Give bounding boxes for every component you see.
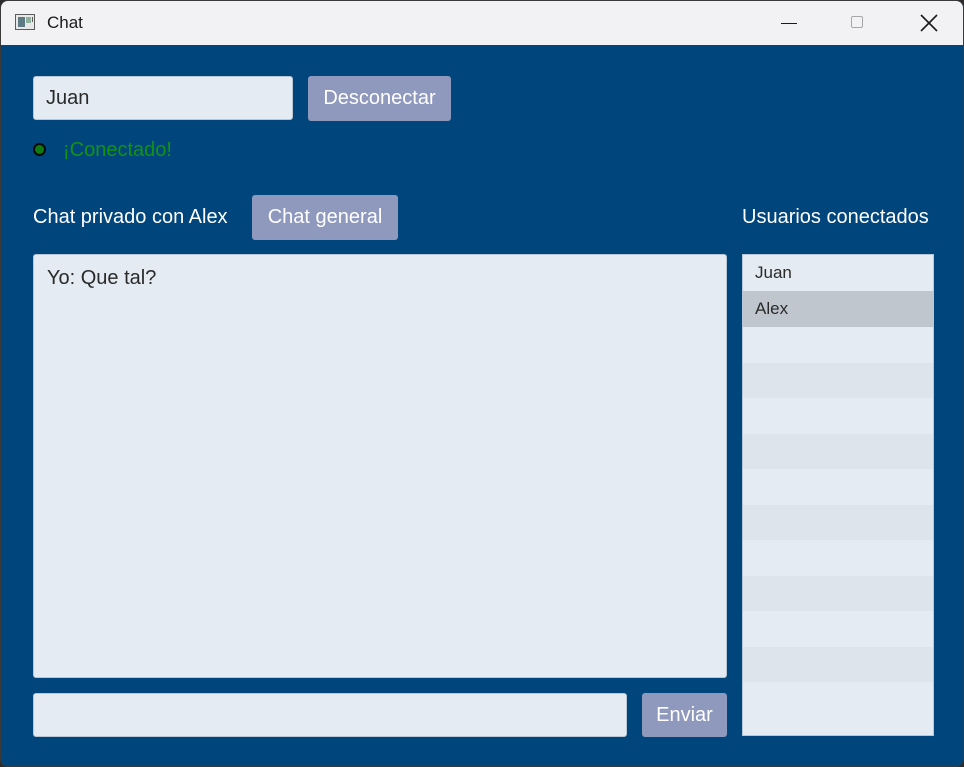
empty-list-row bbox=[743, 611, 933, 647]
connection-status-indicator-icon bbox=[33, 143, 46, 156]
main-content: Desconectar ¡Conectado! Chat privado con… bbox=[1, 45, 963, 766]
close-button[interactable] bbox=[893, 1, 963, 45]
minimize-icon bbox=[781, 23, 797, 24]
empty-list-row bbox=[743, 682, 933, 718]
connection-status-text: ¡Conectado! bbox=[63, 139, 172, 161]
username-input[interactable] bbox=[33, 76, 293, 120]
empty-list-row bbox=[743, 575, 933, 611]
empty-list-row bbox=[743, 398, 933, 434]
maximize-icon bbox=[851, 16, 863, 28]
empty-list-row bbox=[743, 504, 933, 540]
empty-list-row bbox=[743, 646, 933, 682]
private-chat-label: Chat privado con Alex bbox=[33, 206, 228, 228]
message-input[interactable] bbox=[33, 693, 627, 737]
general-chat-button[interactable]: Chat general bbox=[252, 195, 398, 240]
empty-list-row bbox=[743, 362, 933, 398]
chat-messages-area[interactable]: Yo: Que tal? bbox=[33, 254, 727, 678]
window-title: Chat bbox=[47, 13, 83, 32]
connected-users-label: Usuarios conectados bbox=[742, 206, 929, 228]
minimize-button[interactable] bbox=[753, 1, 823, 45]
app-window: Chat Desconectar ¡Conectado! Chat privad… bbox=[0, 0, 964, 767]
empty-list-row bbox=[743, 540, 933, 576]
title-bar: Chat bbox=[1, 1, 963, 45]
connected-users-list[interactable]: Juan Alex bbox=[742, 254, 934, 736]
maximize-button[interactable] bbox=[823, 1, 893, 45]
chat-message: Yo: Que tal? bbox=[47, 267, 157, 289]
send-button[interactable]: Enviar bbox=[642, 693, 727, 737]
app-window-icon bbox=[15, 14, 35, 30]
close-icon bbox=[920, 14, 938, 32]
empty-list-row bbox=[743, 469, 933, 505]
empty-list-row bbox=[743, 327, 933, 363]
disconnect-button[interactable]: Desconectar bbox=[308, 76, 451, 121]
user-list-item-selected[interactable]: Alex bbox=[743, 291, 933, 327]
empty-list-row bbox=[743, 433, 933, 469]
user-list-item[interactable]: Juan bbox=[743, 255, 933, 291]
